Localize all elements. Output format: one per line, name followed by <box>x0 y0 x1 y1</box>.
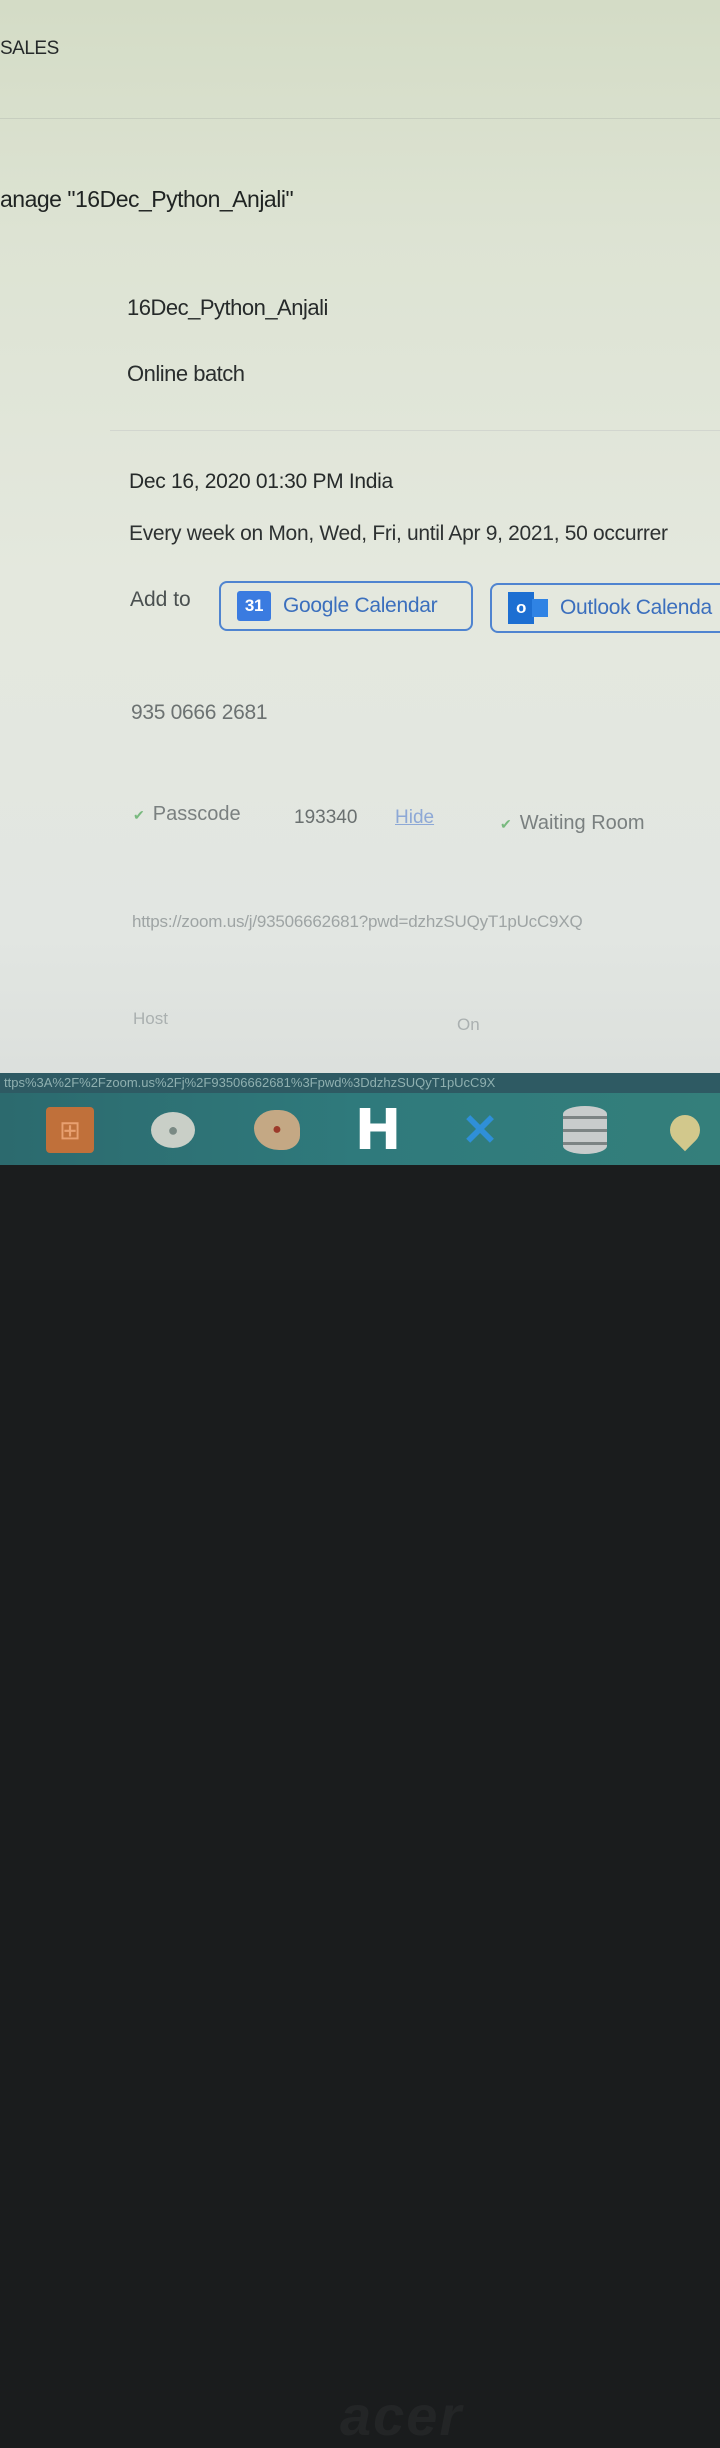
google-calendar-button[interactable]: 31 Google Calendar <box>219 581 473 631</box>
outlook-calendar-label: Outlook Calenda <box>560 596 712 619</box>
passcode-label: Passcode <box>152 803 241 825</box>
divider <box>110 430 720 431</box>
page-title: anage "16Dec_Python_Anjali" <box>0 186 294 212</box>
outlook-envelope-shape <box>532 599 548 617</box>
google-calendar-label: Google Calendar <box>283 594 438 617</box>
meeting-recurrence: Every week on Mon, Wed, Fri, until Apr 9… <box>129 522 668 545</box>
chat-icon[interactable]: ● <box>148 1105 198 1155</box>
bezel-logo: acer <box>340 2384 464 2447</box>
meeting-topic: 16Dec_Python_Anjali <box>127 295 328 320</box>
outlook-icon-letter: o <box>508 592 534 624</box>
maps-icon[interactable] <box>660 1105 710 1155</box>
hide-passcode-link[interactable]: Hide <box>395 807 434 829</box>
host-video-value: On <box>457 1015 480 1034</box>
outlook-calendar-button[interactable]: o Outlook Calenda <box>490 583 720 633</box>
h-app-icon[interactable]: H <box>353 1098 403 1163</box>
invite-link[interactable]: https://zoom.us/j/93506662681?pwd=dzhzSU… <box>132 912 583 932</box>
outlook-icon: o <box>508 592 548 624</box>
status-bar-url: ttps%3A%2F%2Fzoom.us%2Fj%2F93506662681%3… <box>0 1073 720 1093</box>
meeting-description: Online batch <box>127 361 245 386</box>
calendar-icon: 31 <box>237 591 271 621</box>
brand-text: SALES <box>0 38 59 59</box>
database-icon[interactable] <box>560 1105 610 1155</box>
top-bar: SALES <box>0 0 720 119</box>
paint-icon[interactable]: ● <box>252 1105 302 1155</box>
check-icon: ✔ <box>500 816 512 832</box>
host-video-label: Host <box>133 1009 168 1028</box>
passcode-value: 193340 <box>294 807 358 828</box>
xampp-icon[interactable]: ⊞ <box>45 1105 95 1155</box>
meeting-time: Dec 16, 2020 01:30 PM India <box>129 470 393 493</box>
laptop-bezel: acer <box>0 1165 720 2447</box>
add-to-label: Add to <box>130 588 191 611</box>
waiting-room-row: ✔ Waiting Room <box>500 812 645 835</box>
passcode-row: ✔ Passcode <box>133 803 241 826</box>
taskbar: ⊞ ● ● H ✕ <box>0 1093 720 1165</box>
screen: SALES anage "16Dec_Python_Anjali" 16Dec_… <box>0 0 720 1165</box>
meeting-id: 935 0666 2681 <box>131 701 268 724</box>
vscode-icon[interactable]: ✕ <box>455 1105 505 1155</box>
waiting-room-label: Waiting Room <box>519 812 645 834</box>
check-icon: ✔ <box>133 807 145 823</box>
